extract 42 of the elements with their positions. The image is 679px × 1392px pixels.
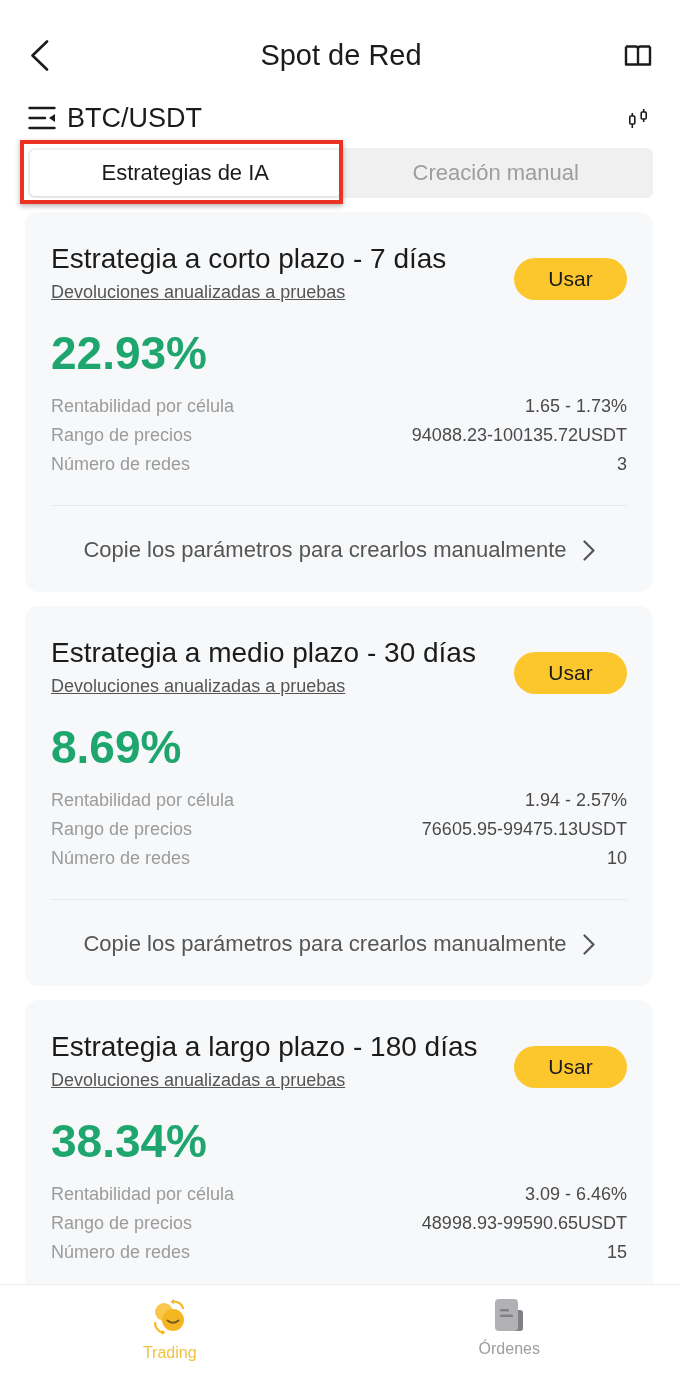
use-button[interactable]: Usar <box>514 1046 627 1088</box>
stat-value: 3 <box>617 453 627 476</box>
tab[interactable]: Estrategias de IA <box>30 150 341 196</box>
stat-label: Rentabilidad por célula <box>51 1183 235 1206</box>
copy-parameters-link[interactable]: Copie los parámetros para crearlos manualmente <box>51 506 627 592</box>
stat-label: Rango de precios <box>51 424 193 447</box>
trading-pair[interactable]: BTC/USDT <box>67 101 202 135</box>
copy-parameters-link[interactable]: Copie los parámetros para crearlos manualmente <box>51 900 627 986</box>
book-icon[interactable] <box>624 43 652 67</box>
stat-value: 3.09 - 6.46% <box>524 1183 627 1206</box>
stat-value: 10 <box>606 847 627 870</box>
stat-label: Número de redes <box>51 453 191 476</box>
chevron-right-icon <box>582 539 595 561</box>
annualized-return: 8.69% <box>51 721 182 773</box>
stat-value: 1.94 - 2.57% <box>524 789 627 812</box>
backtest-returns-link[interactable]: Devoluciones anualizadas a pruebas <box>51 1068 346 1092</box>
stat-value: 15 <box>606 1241 627 1264</box>
back-icon[interactable] <box>30 39 49 71</box>
stat-value: 94088.23-100135.72USDT <box>411 424 627 447</box>
list-icon[interactable] <box>28 106 56 130</box>
strategy-title: Estrategia a corto plazo - 7 días <box>51 242 447 276</box>
backtest-returns-link[interactable]: Devoluciones anualizadas a pruebas <box>51 280 346 304</box>
candlestick-icon[interactable] <box>628 107 649 129</box>
chevron-right-icon <box>582 933 595 955</box>
annualized-return: 22.93% <box>51 327 207 379</box>
stat-label: Número de redes <box>51 847 191 870</box>
stat-label: Rentabilidad por célula <box>51 395 235 418</box>
strategy-title: Estrategia a largo plazo - 180 días <box>51 1030 478 1064</box>
stat-label: Rango de precios <box>51 1212 193 1235</box>
stat-label: Rentabilidad por célula <box>51 789 235 812</box>
stat-label: Número de redes <box>51 1241 191 1264</box>
stat-value: 76605.95-99475.13USDT <box>421 818 627 841</box>
backtest-returns-link[interactable]: Devoluciones anualizadas a pruebas <box>51 674 346 698</box>
strategy-title: Estrategia a medio plazo - 30 días <box>51 636 476 670</box>
document-icon <box>494 1299 525 1331</box>
stat-label: Rango de precios <box>51 818 193 841</box>
stat-value: 48998.93-99590.65USDT <box>421 1212 627 1235</box>
annualized-return: 38.34% <box>51 1115 207 1167</box>
stat-value: 1.65 - 1.73% <box>524 395 627 418</box>
use-button[interactable]: Usar <box>514 258 627 300</box>
use-button[interactable]: Usar <box>514 652 627 694</box>
page-title: Spot de Red <box>260 38 422 73</box>
